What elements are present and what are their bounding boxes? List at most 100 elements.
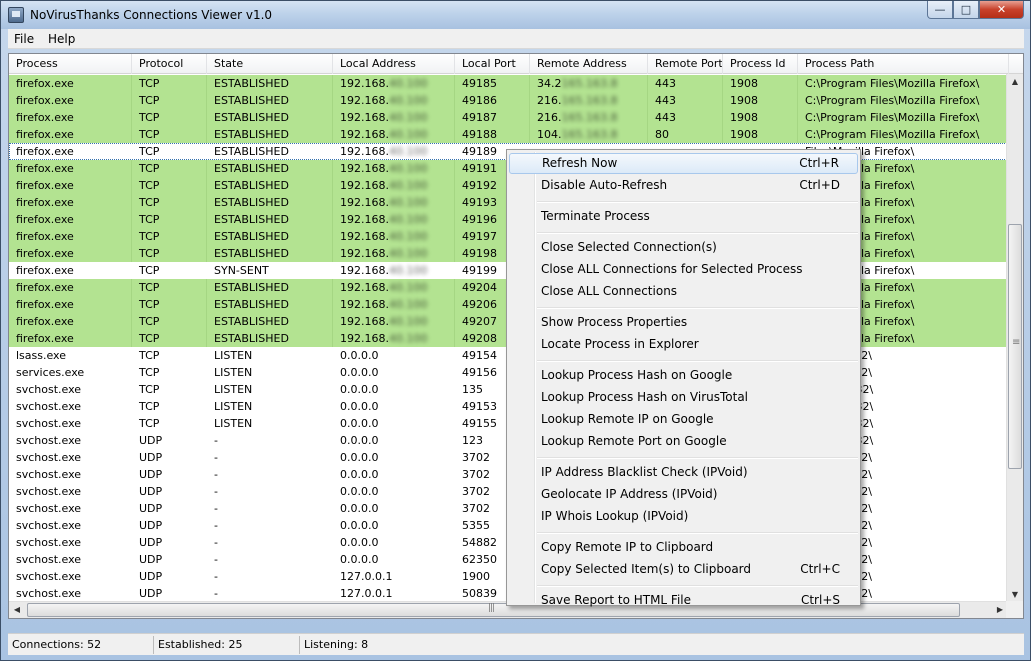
table-row[interactable]: firefox.exe TCP ESTABLISHED 192.168.40.100 4… [9,92,1009,109]
cell-text: 80 [655,128,669,141]
cell-text: 135 [462,383,483,396]
cell-text: svchost.exe [16,519,82,532]
cell-text: 0.0.0.0 [340,468,379,481]
cell-text: - [214,434,218,447]
column-header-remote-port[interactable]: Remote Port [648,54,723,74]
cell-text: TCP [139,298,160,311]
cell-text: 49154 [462,349,497,362]
context-item-copy-selected-item-s-to-clipboard[interactable]: Copy Selected Item(s) to Clipboard Ctrl+C [509,559,858,580]
status-listening: Listening: 8 [304,638,369,651]
cell-process: svchost.exe [9,568,132,585]
scroll-left-icon[interactable]: ◀ [9,602,25,618]
cell-text: - [214,519,218,532]
redacted-ip: 40.100 [388,247,428,260]
cell-local-address: 192.168.40.100 [333,245,455,262]
title-bar[interactable]: NoVirusThanks Connections Viewer v1.0 — … [1,1,1030,29]
cell-text: UDP [139,536,163,549]
cell-process: firefox.exe [9,262,132,279]
context-item-terminate-process[interactable]: Terminate Process [509,206,858,227]
cell-text: 0.0.0.0 [340,536,379,549]
column-header-state[interactable]: State [207,54,333,74]
column-header-process-path[interactable]: Process Path [798,54,1009,74]
cell-remote-port: 443 [648,109,723,126]
cell-text: 49206 [462,298,497,311]
context-item-show-process-properties[interactable]: Show Process Properties [509,312,858,333]
menu-help[interactable]: Help [48,32,75,46]
cell-process: firefox.exe [9,313,132,330]
column-header-process[interactable]: Process [9,54,132,74]
context-item-ip-whois-lookup-ipvoid[interactable]: IP Whois Lookup (IPVoid) [509,506,858,527]
app-window: NoVirusThanks Connections Viewer v1.0 — … [0,0,1031,661]
vertical-scroll-thumb[interactable] [1008,224,1022,469]
cell-remote-address: 216.165.163.8 [530,92,648,109]
cell-text: 3702 [462,485,490,498]
context-item-geolocate-ip-address-ipvoid[interactable]: Geolocate IP Address (IPVoid) [509,484,858,505]
context-item-copy-remote-ip-to-clipboard[interactable]: Copy Remote IP to Clipboard [509,537,858,558]
cell-text: - [214,536,218,549]
vertical-scrollbar[interactable]: ▲ ▼ [1006,74,1023,603]
context-item-close-all-connections[interactable]: Close ALL Connections [509,281,858,302]
cell-text: svchost.exe [16,434,82,447]
context-item-label: Lookup Process Hash on Google [541,368,733,382]
cell-text: 3702 [462,451,490,464]
redacted-ip: 40.100 [388,264,428,277]
cell-protocol: TCP [132,143,207,160]
context-item-lookup-remote-port-on-google[interactable]: Lookup Remote Port on Google [509,431,858,452]
cell-process: firefox.exe [9,330,132,347]
cell-text: TCP [139,247,160,260]
context-item-close-all-connections-for-selected-process[interactable]: Close ALL Connections for Selected Proce… [509,259,858,280]
table-row[interactable]: firefox.exe TCP ESTABLISHED 192.168.40.100 4… [9,126,1009,143]
context-item-save-report-to-html-file[interactable]: Save Report to HTML File Ctrl+S [509,590,858,611]
cell-state: LISTEN [207,364,333,381]
context-item-disable-auto-refresh[interactable]: Disable Auto-Refresh Ctrl+D [509,175,858,196]
cell-protocol: TCP [132,330,207,347]
context-item-label: Lookup Process Hash on VirusTotal [541,390,749,404]
cell-text: firefox.exe [16,247,74,260]
cell-text: svchost.exe [16,451,82,464]
column-header-local-port[interactable]: Local Port [455,54,530,74]
scroll-up-icon[interactable]: ▲ [1007,74,1023,90]
cell-protocol: UDP [132,500,207,517]
cell-text: services.exe [16,366,85,379]
status-bar: Connections: 52 Established: 25 Listenin… [8,633,1024,655]
context-item-close-selected-connection-s[interactable]: Close Selected Connection(s) [509,237,858,258]
context-item-refresh-now[interactable]: Refresh Now Ctrl+R [509,153,858,174]
column-header-protocol[interactable]: Protocol [132,54,207,74]
cell-process: firefox.exe [9,143,132,160]
cell-text: - [214,502,218,515]
menu-file[interactable]: File [14,32,34,46]
column-header-local-address[interactable]: Local Address [333,54,455,74]
cell-text: 192.168. [340,94,389,107]
table-row[interactable]: firefox.exe TCP ESTABLISHED 192.168.40.100 4… [9,109,1009,126]
context-item-locate-process-in-explorer[interactable]: Locate Process in Explorer [509,334,858,355]
maximize-button[interactable]: □ [953,1,979,19]
cell-text: firefox.exe [16,332,74,345]
column-header-remote-address[interactable]: Remote Address [530,54,648,74]
cell-text: 192.168. [340,213,389,226]
cell-local-address: 0.0.0.0 [333,449,455,466]
cell-process: svchost.exe [9,517,132,534]
cell-text: 192.168. [340,179,389,192]
context-item-lookup-remote-ip-on-google[interactable]: Lookup Remote IP on Google [509,409,858,430]
cell-text: 192.168. [340,264,389,277]
context-item-lookup-process-hash-on-virustotal[interactable]: Lookup Process Hash on VirusTotal [509,387,858,408]
cell-text: 49204 [462,281,497,294]
cell-text: firefox.exe [16,213,74,226]
cell-text: 192.168. [340,247,389,260]
table-row[interactable]: firefox.exe TCP ESTABLISHED 192.168.40.100 4… [9,75,1009,92]
cell-protocol: TCP [132,347,207,364]
column-header-process-id[interactable]: Process Id [723,54,798,74]
cell-text: - [214,468,218,481]
minimize-button[interactable]: — [927,1,953,19]
close-button[interactable]: ✕ [979,1,1024,19]
cell-text: TCP [139,111,160,124]
cell-text: 49189 [462,145,497,158]
context-item-lookup-process-hash-on-google[interactable]: Lookup Process Hash on Google [509,365,858,386]
cell-protocol: UDP [132,585,207,602]
cell-state: - [207,534,333,551]
cell-text: 0.0.0.0 [340,400,379,413]
menu-separator [537,307,858,309]
cell-protocol: TCP [132,109,207,126]
cell-text: 0.0.0.0 [340,383,379,396]
context-item-ip-address-blacklist-check-ipvoid[interactable]: IP Address Blacklist Check (IPVoid) [509,462,858,483]
